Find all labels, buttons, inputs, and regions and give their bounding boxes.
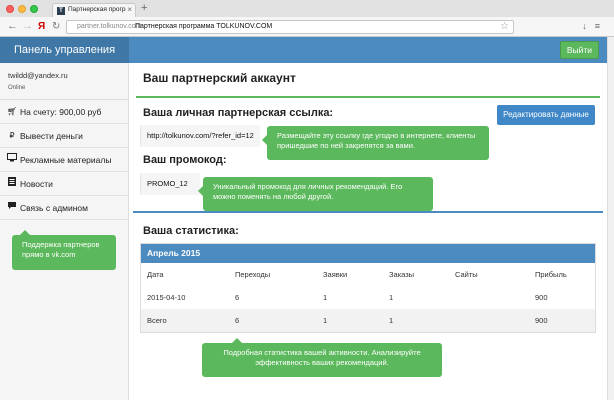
- monitor-icon: [7, 148, 17, 172]
- stats-title: Ваша статистика:: [143, 225, 239, 237]
- divider: [133, 211, 603, 213]
- user-email: twildd@yandex.ru: [8, 71, 68, 80]
- main-content: Ваш партнерский аккаунт Ваша личная парт…: [129, 63, 607, 400]
- browser-tab-bar: T Партнерская программа × +: [0, 0, 614, 17]
- back-icon[interactable]: ←: [7, 20, 18, 32]
- logout-button[interactable]: Выйти: [559, 41, 599, 59]
- table-cell: 1: [383, 309, 449, 332]
- table-cell: 2015-04-10: [147, 293, 186, 302]
- address-bar-row: ← → Я ↻ partner.tolkunov.com Партнерская…: [0, 17, 614, 37]
- sidebar-item-balance[interactable]: 🛒︎ На счету: 900,00 руб: [0, 100, 128, 124]
- table-cell: 6: [229, 309, 317, 332]
- table-row: Всего 6 1 1 900: [141, 309, 595, 332]
- support-tooltip: Поддержка партнеров прямо в vk.com: [12, 230, 116, 270]
- column-header: Дата: [147, 270, 164, 279]
- forward-icon[interactable]: →: [22, 20, 33, 32]
- table-cell: 1: [317, 309, 383, 332]
- table-cell: [449, 286, 529, 309]
- table-cell: 900: [535, 293, 548, 302]
- tab-title: Партнерская программа: [68, 6, 126, 13]
- address-host: partner.tolkunov.com: [77, 23, 142, 30]
- sidebar-item-label: Вывести деньги: [20, 131, 83, 141]
- referral-link-title: Ваша личная партнерская ссылка:: [143, 107, 334, 119]
- promo-code-value[interactable]: PROMO_12: [140, 173, 200, 195]
- sidebar-item-label: Связь с админом: [20, 203, 89, 213]
- stats-table: Дата Переходы Заявки Заказы Сайты Прибыл…: [141, 263, 595, 332]
- column-header: Заявки: [323, 270, 348, 279]
- close-tab-icon[interactable]: ×: [127, 5, 132, 14]
- column-header: Заказы: [389, 270, 415, 279]
- browser-menu-icons[interactable]: ↓≡: [582, 21, 608, 31]
- reload-icon[interactable]: ↻: [52, 21, 60, 32]
- column-header: Прибыль: [535, 270, 567, 279]
- page-scrollbar[interactable]: [607, 37, 614, 400]
- user-info: twildd@yandex.ru Online: [0, 63, 128, 100]
- user-status: Online: [8, 85, 26, 91]
- table-cell: 6: [235, 293, 240, 302]
- column-header: Переходы: [235, 270, 271, 279]
- page-title: Ваш партнерский аккаунт: [143, 71, 296, 85]
- sidebar-item-label: На счету: 900,00 руб: [20, 107, 102, 117]
- cart-icon: 🛒︎: [7, 107, 18, 116]
- maximize-window-button[interactable]: [30, 5, 38, 13]
- table-cell: Всего: [141, 309, 229, 332]
- address-input[interactable]: partner.tolkunov.com Партнерская програм…: [66, 20, 514, 34]
- table-row: 2015-04-10 6 1 1 900: [141, 286, 595, 309]
- ruble-icon: ₽: [9, 131, 15, 140]
- edit-data-button[interactable]: Редактировать данные: [497, 105, 595, 125]
- sidebar-item-contact-admin[interactable]: Связь с админом: [0, 196, 128, 220]
- favicon-icon: T: [57, 7, 65, 15]
- sidebar: twildd@yandex.ru Online 🛒︎ На счету: 900…: [0, 63, 129, 400]
- referral-link-value[interactable]: http://tolkunov.com/?refer_id=12: [140, 125, 260, 147]
- sidebar-item-label: Рекламные материалы: [20, 155, 112, 165]
- sidebar-item-news[interactable]: Новости: [0, 172, 128, 196]
- bookmark-star-icon[interactable]: ☆: [500, 21, 509, 32]
- table-cell: 1: [389, 293, 394, 302]
- table-header-row: Дата Переходы Заявки Заказы Сайты Прибыл…: [141, 263, 595, 286]
- divider: [136, 96, 600, 98]
- stats-tooltip: Подробная статистика вашей активности. А…: [202, 338, 442, 377]
- promo-code-tooltip: Уникальный промокод для личных рекоменда…: [198, 177, 433, 211]
- stats-panel: Апрель 2015 Дата Переходы Заявки Заказы …: [140, 243, 596, 333]
- table-cell: [449, 309, 529, 332]
- sidebar-item-label: Новости: [20, 179, 53, 189]
- table-cell: 1: [323, 293, 328, 302]
- referral-link-tooltip: Размещайте эту ссылку где угодно в интер…: [262, 126, 489, 160]
- column-header: Сайты: [455, 270, 478, 279]
- address-page-title: Партнерская программа TOLKUNOV.COM: [135, 23, 273, 30]
- close-window-button[interactable]: [6, 5, 14, 13]
- top-navbar: Панель управления Выйти: [0, 37, 607, 63]
- sidebar-item-promo-materials[interactable]: Рекламные материалы: [0, 148, 128, 172]
- minimize-window-button[interactable]: [18, 5, 26, 13]
- sidebar-item-withdraw[interactable]: ₽ Вывести деньги: [0, 124, 128, 148]
- list-icon: [7, 172, 17, 196]
- table-cell: 900: [529, 309, 595, 332]
- yandex-icon[interactable]: Я: [38, 21, 45, 32]
- browser-tab[interactable]: T Партнерская программа ×: [52, 3, 136, 17]
- new-tab-icon[interactable]: +: [141, 2, 147, 14]
- chat-icon: [7, 196, 17, 220]
- stats-panel-title: Апрель 2015: [141, 244, 595, 263]
- promo-code-title: Ваш промокод:: [143, 154, 227, 166]
- brand-title[interactable]: Панель управления: [0, 37, 129, 63]
